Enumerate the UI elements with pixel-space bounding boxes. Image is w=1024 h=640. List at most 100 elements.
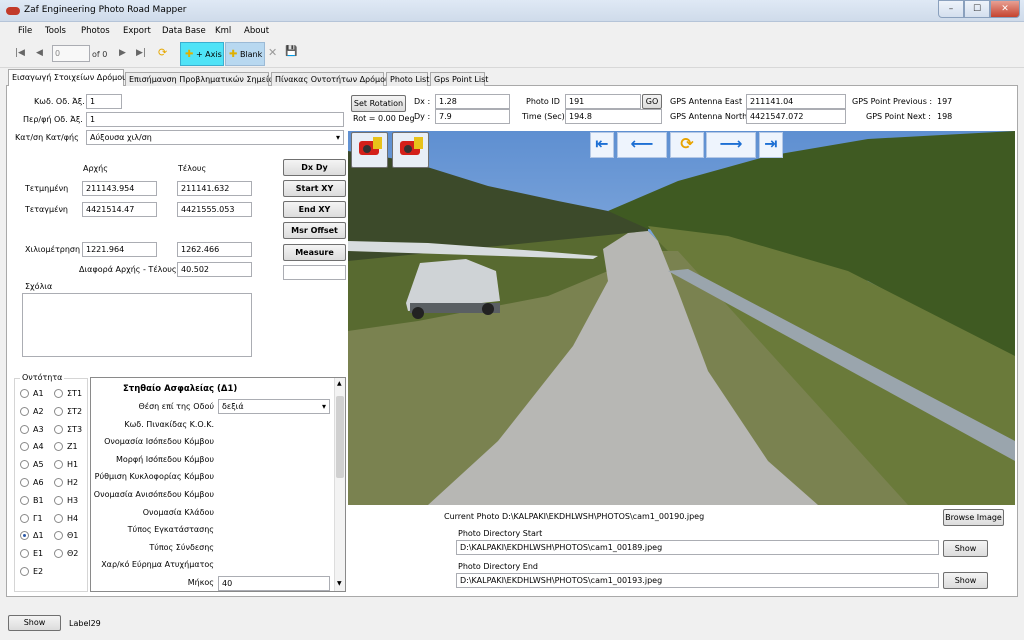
show-end-button[interactable]: Show (943, 572, 988, 589)
dxdy-button[interactable]: Dx Dy (283, 159, 346, 176)
refresh-icon[interactable]: ⟳ (158, 46, 167, 59)
entity-radio-5-right[interactable] (54, 478, 63, 487)
tab-entities-table[interactable]: Πίνακας Οντοτήτων Δρόμου (271, 72, 390, 86)
road-desc-input[interactable]: 1 (86, 112, 344, 127)
entity-radio-label: Ζ1 (67, 442, 78, 452)
comments-label: Σχόλια (25, 282, 53, 291)
menu-tools[interactable]: Tools (45, 26, 66, 36)
chainage-start-input[interactable]: 1221.964 (82, 242, 157, 257)
menu-file[interactable]: File (18, 26, 32, 36)
time-input[interactable]: 194.8 (565, 109, 662, 124)
gps-north-input[interactable]: 4421547.072 (746, 109, 846, 124)
tab-photo-list[interactable]: Photo List (386, 72, 429, 86)
chainage-end-input[interactable]: 1262.466 (177, 242, 252, 257)
browse-image-button[interactable]: Browse Image (943, 509, 1004, 526)
direction-value: Αύξουσα χιλ/ση (90, 133, 152, 142)
first-photo-icon[interactable]: ⇤ (590, 132, 614, 158)
set-rotation-button[interactable]: Set Rotation (351, 95, 406, 112)
end-xy-button[interactable]: End XY (283, 201, 346, 218)
entity-radio-1-right[interactable] (54, 406, 63, 416)
menu-about[interactable]: About (244, 26, 269, 36)
first-record-icon[interactable]: |◀ (15, 48, 25, 58)
scrollbar-thumb[interactable] (336, 396, 344, 478)
length-input[interactable]: 40 (218, 576, 330, 591)
save-icon[interactable]: 💾 (285, 46, 297, 57)
road-code-input[interactable]: 1 (86, 94, 122, 109)
entity-radio-6-right[interactable] (54, 495, 63, 505)
entity-radio-7-left[interactable] (20, 513, 29, 523)
menu-database[interactable]: Data Base (162, 26, 206, 36)
next-photo-icon[interactable]: ⟶ (706, 132, 756, 158)
direction-select[interactable]: Αύξουσα χιλ/ση ▾ (86, 130, 344, 145)
diff-input[interactable]: 40.502 (177, 262, 252, 277)
entity-label: Οντότητα (20, 373, 65, 382)
entity-radio-5-left[interactable] (20, 478, 29, 487)
prev-record-icon[interactable]: ◀ (36, 48, 43, 58)
ordinate-start-input[interactable]: 4421514.47 (82, 202, 157, 217)
entity-radio-label: Η4 (67, 513, 79, 523)
last-photo-icon[interactable]: ⇥ (759, 132, 783, 158)
minimize-button[interactable]: – (938, 0, 964, 18)
menu-kml[interactable]: Kml (215, 26, 231, 36)
property-row-label: Ονομασία Ισόπεδου Κόμβου (104, 437, 214, 447)
ordinate-end-input[interactable]: 4421555.053 (177, 202, 252, 217)
add-blank-button[interactable]: ✚ Blank (225, 42, 265, 66)
properties-scrollbar[interactable]: ▲ ▼ (334, 378, 345, 591)
delete-icon[interactable]: ✕ (268, 46, 277, 59)
refresh-photo-icon[interactable]: ⟳ (670, 132, 704, 158)
start-xy-button[interactable]: Start XY (283, 180, 346, 197)
gps-east-input[interactable]: 211141.04 (746, 94, 846, 109)
property-row-label: Τύπος Εγκατάστασης (127, 525, 214, 535)
add-axis-button[interactable]: ✚ + Axis (180, 42, 224, 66)
abscissa-start-input[interactable]: 211143.954 (82, 181, 157, 196)
record-position-input[interactable]: 0 (52, 45, 90, 62)
property-row-label: Μήκος (187, 578, 214, 587)
entity-radio-10-left[interactable] (20, 567, 29, 576)
entity-radio-label: Α4 (33, 442, 44, 452)
menu-photos[interactable]: Photos (81, 26, 110, 36)
dx-input[interactable]: 1.28 (435, 94, 510, 109)
status-bar (0, 605, 1024, 640)
go-button[interactable]: GO (642, 94, 662, 109)
show-start-button[interactable]: Show (943, 540, 988, 557)
scroll-up-icon[interactable]: ▲ (337, 380, 342, 387)
photo-id-input[interactable]: 191 (565, 94, 641, 109)
photo-dir-end-input[interactable]: D:\KALPAKI\EKDHLWSH\PHOTOS\cam1_00193.jp… (456, 573, 939, 588)
photo-dir-start-input[interactable]: D:\KALPAKI\EKDHLWSH\PHOTOS\cam1_00189.jp… (456, 540, 939, 555)
road-desc-label: Περ/φή Οδ. Άξ. (23, 115, 83, 124)
camera-shortcut-2-button[interactable] (392, 132, 429, 168)
close-button[interactable]: ✕ (990, 0, 1020, 18)
gps-prev-value: 197 (937, 97, 953, 106)
entity-radio-6-left[interactable] (20, 495, 29, 505)
entity-radio-2-left[interactable] (20, 424, 29, 434)
next-record-icon[interactable]: ▶ (119, 48, 126, 58)
entity-radio-2-right[interactable] (54, 424, 63, 434)
maximize-button[interactable]: ☐ (964, 0, 990, 18)
camera-shortcut-1-button[interactable] (351, 132, 388, 168)
tab-gps-point-list[interactable]: Gps Point List (430, 72, 488, 86)
property-row-label: Μορφή Ισόπεδου Κόμβου (115, 454, 214, 464)
measure-result-input[interactable] (283, 265, 346, 280)
position-select[interactable]: δεξιά ▾ (218, 399, 330, 414)
scroll-down-icon[interactable]: ▼ (337, 580, 342, 587)
entity-radio-label: Θ1 (67, 531, 79, 541)
msr-offset-button[interactable]: Msr Offset (283, 222, 346, 239)
tab-problem-points[interactable]: Επισήμανση Προβληματικών Σημείων (125, 72, 280, 86)
measure-button[interactable]: Measure (283, 244, 346, 261)
dy-input[interactable]: 7.9 (435, 109, 510, 124)
prev-photo-icon[interactable]: ⟵ (617, 132, 667, 158)
status-show-button[interactable]: Show (8, 615, 61, 631)
entity-radio-1-left[interactable] (20, 406, 29, 416)
entity-radio-0-right[interactable] (54, 389, 63, 398)
property-row-label: Ονομασία Ανισόπεδου Κόμβου (93, 490, 214, 499)
menu-export[interactable]: Export (123, 26, 151, 36)
abscissa-end-input[interactable]: 211141.632 (177, 181, 252, 196)
rotation-label: Rot = 0.00 Deg (353, 114, 415, 123)
comments-textarea[interactable] (22, 293, 252, 357)
dx-label: Dx : (414, 97, 431, 106)
chainage-label: Χιλιομέτρηση (25, 245, 81, 254)
entity-radio-0-left[interactable] (20, 389, 29, 398)
last-record-icon[interactable]: ▶| (136, 48, 146, 58)
entity-radio-7-right[interactable] (54, 513, 63, 523)
tab-road-data[interactable]: Εισαγωγή Στοιχείων Δρόμου (8, 69, 127, 86)
